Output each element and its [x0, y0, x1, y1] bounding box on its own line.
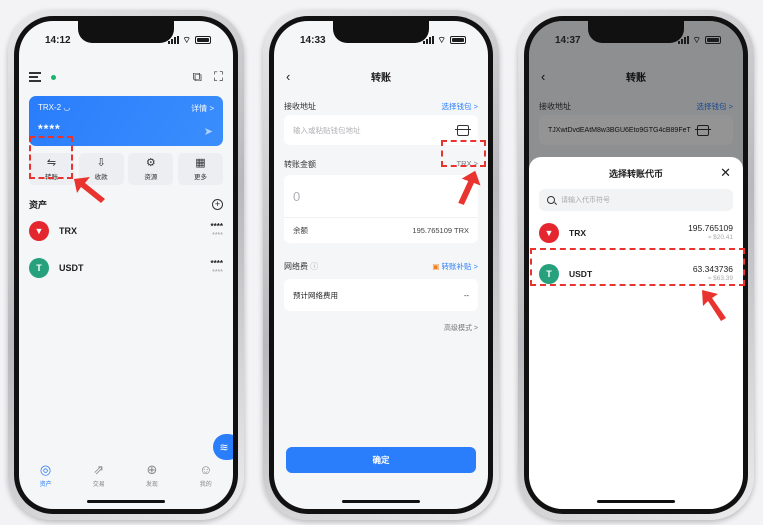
page-title: 转账: [371, 72, 391, 84]
profile-tab-icon: ☺: [199, 461, 213, 477]
help-icon[interactable]: ⓘ: [310, 262, 318, 271]
confirm-button[interactable]: 确定: [286, 447, 476, 473]
tab-label: 发现: [145, 481, 158, 488]
highlight-transfer-button: [29, 136, 73, 179]
fee-subsidy-text: 转账补贴 >: [441, 262, 478, 271]
trade-tab-icon: ⇗: [93, 461, 105, 477]
bottom-tab-bar: ◎ 资产 ⇗ 交易 ⊕ 发现 ☺ 我的: [19, 455, 233, 495]
battery-icon: [705, 36, 721, 44]
asset-value: ****: [212, 269, 223, 276]
highlight-usdt-token: [530, 248, 745, 286]
wifi-icon: ⌔: [182, 34, 191, 45]
fee-subsidy-link[interactable]: ▣ 转账补贴 >: [432, 261, 478, 272]
advanced-mode-link[interactable]: 高级模式 >: [444, 323, 478, 333]
phone-frame-transfer: 14:33 ⌔ ‹ 转账 接收地址 选择钱包 > 输入或粘贴钱包地址 转账金额 …: [263, 10, 499, 520]
tab-profile[interactable]: ☺ 我的: [199, 461, 213, 488]
wallet-home-screen: 14:12 ⌔ ⧉ ⛶ TRX-2 ◡ 详情 > **** ➤ ⇋ 转账 ⇩ 收…: [19, 21, 233, 509]
receive-address-label: 接收地址: [284, 102, 316, 111]
token-amount: 195.765109: [688, 223, 733, 233]
notch: [588, 21, 684, 43]
wallet-name: TRX-2: [38, 103, 62, 112]
phone-frame-wallet-home: 14:12 ⌔ ⧉ ⛶ TRX-2 ◡ 详情 > **** ➤ ⇋ 转账 ⇩ 收…: [8, 10, 244, 520]
discover-tab-icon: ⊕: [146, 461, 158, 477]
tab-label: 交易: [92, 481, 105, 488]
asset-amount: ****: [210, 259, 223, 268]
token-search-input[interactable]: 请输入代币符号: [539, 189, 733, 211]
gift-icon: ▣: [432, 262, 440, 271]
estimated-fee-value: --: [464, 290, 469, 300]
token-row-trx[interactable]: ▼ TRX 195.765109 ≈ $20.41: [539, 216, 733, 250]
asset-symbol: USDT: [59, 263, 84, 273]
resource-button[interactable]: ⚙ 资源: [128, 153, 174, 185]
home-indicator: [342, 500, 420, 503]
token-value: ≈ $20.41: [707, 234, 733, 241]
battery-icon: [450, 36, 466, 44]
action-label: 更多: [193, 174, 207, 181]
wallet-balance: ****: [38, 122, 61, 136]
usdt-coin-icon: T: [29, 258, 49, 278]
search-icon: [547, 196, 555, 204]
tab-discover[interactable]: ⊕ 发现: [145, 461, 158, 488]
network-fee-label: 网络费: [284, 262, 308, 271]
pointer-arrow-icon: [74, 177, 105, 203]
highlight-token-selector: [441, 140, 486, 167]
more-button[interactable]: ▦ 更多: [177, 153, 223, 185]
select-wallet-link[interactable]: 选择钱包 >: [442, 101, 478, 112]
wifi-icon: ⌔: [437, 34, 446, 45]
amount-label: 转账金额: [284, 160, 316, 169]
battery-icon: [195, 36, 211, 44]
wallet-details-link[interactable]: 详情 >: [191, 103, 214, 114]
asset-amount: ****: [210, 222, 223, 231]
paper-plane-icon: ➤: [203, 126, 213, 138]
estimated-fee-label: 预计网络费用: [293, 290, 338, 300]
scan-icon[interactable]: ⛶: [214, 69, 223, 85]
token-picker-sheet: 选择转账代币 ✕ 请输入代币符号 ▼ TRX 195.765109 ≈ $20.4…: [529, 157, 743, 509]
add-asset-icon[interactable]: +: [212, 199, 223, 210]
more-icon: ▦: [195, 157, 206, 169]
search-placeholder: 请输入代币符号: [561, 197, 610, 204]
asset-value: ****: [212, 232, 223, 239]
tab-trade[interactable]: ⇗ 交易: [92, 461, 105, 488]
balance-label: 余额: [293, 226, 308, 235]
balance-value: 195.765109 TRX: [412, 226, 469, 235]
asset-row-usdt[interactable]: T USDT **** ****: [29, 255, 223, 281]
status-time: 14:33: [300, 34, 326, 46]
close-icon[interactable]: ✕: [720, 165, 731, 181]
trx-coin-icon: ▼: [29, 221, 49, 241]
pointer-arrow-icon: [702, 290, 726, 321]
amount-input[interactable]: 0: [284, 175, 478, 217]
estimated-fee-row: 预计网络费用 --: [284, 279, 478, 311]
eye-icon[interactable]: ◡: [63, 103, 70, 112]
asset-symbol: TRX: [59, 226, 77, 236]
receive-icon: ⇩: [96, 157, 106, 169]
scan-icon[interactable]: [455, 124, 471, 136]
notch: [333, 21, 429, 43]
asset-row-trx[interactable]: ▼ TRX **** ****: [29, 218, 223, 244]
assets-tab-icon: ◎: [39, 461, 52, 477]
pointer-arrow-icon: [458, 170, 481, 205]
balance-row: 余额 195.765109 TRX: [284, 217, 478, 243]
network-status-dot: [51, 74, 56, 80]
token-symbol: TRX: [569, 228, 586, 238]
resource-icon: ⚙: [145, 157, 156, 169]
status-time: 14:12: [45, 34, 71, 46]
add-wallet-icon[interactable]: ⧉: [193, 69, 202, 85]
tab-assets[interactable]: ◎ 资产: [39, 461, 52, 488]
status-time: 14:37: [555, 34, 581, 46]
action-label: 资源: [144, 174, 158, 181]
trx-coin-icon: ▼: [539, 223, 559, 243]
wifi-icon: ⌔: [692, 34, 701, 45]
back-icon[interactable]: ‹: [286, 69, 290, 84]
amount-placeholder: 0: [293, 188, 301, 204]
transfer-screen: 14:33 ⌔ ‹ 转账 接收地址 选择钱包 > 输入或粘贴钱包地址 转账金额 …: [274, 21, 488, 509]
tab-label: 资产: [39, 481, 52, 488]
address-placeholder: 输入或粘贴钱包地址: [293, 125, 361, 135]
home-indicator: [597, 500, 675, 503]
menu-icon[interactable]: [29, 70, 41, 85]
home-indicator: [87, 500, 165, 503]
assets-title: 资产: [29, 200, 48, 210]
notch: [78, 21, 174, 43]
tab-label: 我的: [199, 481, 212, 488]
sheet-title: 选择转账代币: [608, 168, 663, 179]
